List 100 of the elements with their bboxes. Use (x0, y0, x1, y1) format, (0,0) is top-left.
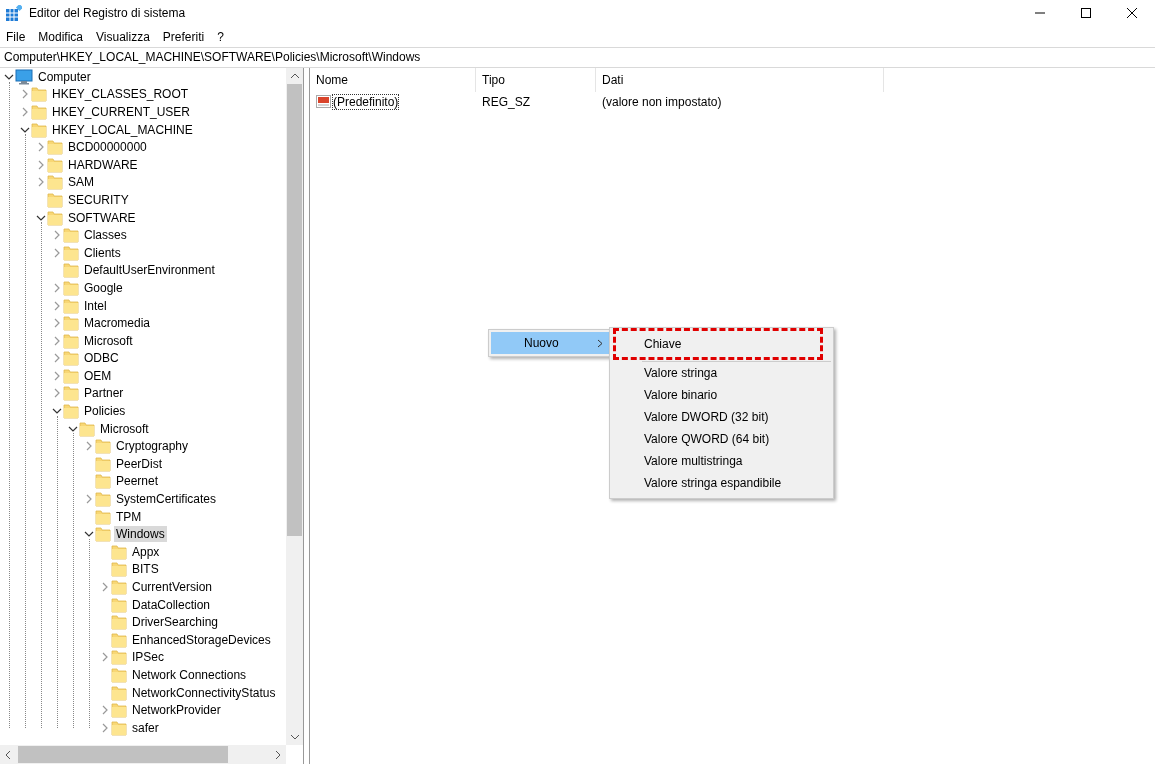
close-icon (1127, 8, 1137, 18)
folder-icon (111, 596, 127, 613)
tree-item[interactable]: Network Connections (130, 667, 249, 683)
tree-item[interactable]: SECURITY (66, 191, 131, 208)
tree-item[interactable]: Peernet (114, 473, 161, 490)
tree-item[interactable]: SystemCertificates (114, 491, 219, 508)
menu-item[interactable]: Visualizza (92, 27, 156, 46)
expand-chevron-icon[interactable] (36, 159, 46, 170)
tree-item[interactable]: Classes (82, 227, 129, 244)
tree-item[interactable]: ODBC (82, 350, 121, 367)
tree-item[interactable]: SOFTWARE (66, 209, 138, 226)
folder-icon (95, 491, 111, 508)
expand-chevron-icon[interactable] (52, 282, 62, 293)
expand-chevron-icon[interactable] (52, 230, 62, 241)
tree-item[interactable]: Windows (114, 526, 167, 543)
expand-chevron-icon[interactable] (36, 177, 46, 188)
expand-chevron-icon[interactable] (52, 370, 62, 381)
expand-chevron-icon[interactable] (84, 494, 94, 505)
expand-chevron-icon[interactable] (100, 582, 110, 592)
menu-item[interactable]: Valore stringa (617, 362, 819, 384)
tree-item[interactable]: Partner (82, 385, 126, 402)
tree-item[interactable]: DriverSearching (130, 614, 221, 631)
tree-item[interactable]: Google (82, 279, 125, 296)
tree-item[interactable]: Policies (82, 403, 128, 420)
expand-chevron-icon[interactable] (52, 300, 62, 311)
vertical-scrollbar[interactable] (286, 68, 303, 745)
column-header[interactable]: Nome (310, 68, 476, 92)
folder-icon (111, 649, 127, 666)
tree-item[interactable]: TPM (114, 508, 144, 525)
tree-item[interactable]: CurrentVersion (130, 579, 215, 595)
tree-item[interactable]: BCD00000000 (66, 139, 149, 156)
tree-item[interactable]: IPSec (130, 649, 166, 666)
folder-icon (111, 579, 127, 595)
folder-icon (63, 297, 79, 314)
tree-item[interactable]: HKEY_CURRENT_USER (50, 104, 193, 120)
expand-chevron-icon[interactable] (100, 652, 110, 663)
menu-item[interactable]: Valore multistringa (617, 450, 819, 472)
value-data: (valore non impostato) (601, 95, 723, 109)
tree-item[interactable]: OEM (82, 367, 114, 384)
expand-chevron-icon[interactable] (20, 89, 30, 100)
expand-chevron-icon[interactable] (36, 142, 46, 153)
maximize-icon (1081, 8, 1091, 18)
tree-item[interactable]: HKEY_LOCAL_MACHINE (50, 121, 195, 138)
tree-item[interactable]: Intel (82, 297, 109, 314)
menu-item[interactable]: ? (213, 27, 230, 46)
expand-chevron-icon[interactable] (100, 722, 110, 733)
tree-item[interactable]: Microsoft (82, 332, 135, 349)
tree-item[interactable]: Appx (130, 543, 162, 560)
address-field[interactable]: Computer\HKEY_LOCAL_MACHINE\SOFTWARE\Policies\Microsoft\Windows (0, 47, 1155, 68)
folder-icon (111, 702, 127, 719)
tree-item[interactable]: PeerDist (114, 455, 164, 472)
menu-item[interactable]: File (2, 27, 32, 46)
expand-chevron-icon[interactable] (20, 107, 30, 117)
folder-icon (47, 139, 63, 156)
tree-item[interactable]: Clients (82, 244, 123, 261)
tree-item[interactable]: safer (130, 719, 161, 736)
folder-icon (111, 614, 127, 631)
tree-item[interactable]: NetworkProvider (130, 702, 223, 719)
folder-icon (47, 156, 63, 173)
folder-icon (63, 350, 79, 367)
expand-chevron-icon[interactable] (52, 335, 62, 346)
tree-item[interactable]: EnhancedStorageDevices (130, 631, 273, 648)
value-name[interactable]: (Predefinito) (333, 95, 399, 109)
folder-icon (47, 209, 63, 226)
expand-chevron-icon[interactable] (100, 705, 110, 716)
tree-item[interactable]: Computer (36, 68, 93, 85)
horizontal-scrollbar[interactable] (0, 745, 286, 764)
expand-chevron-icon[interactable] (52, 318, 62, 329)
folder-icon (79, 420, 95, 437)
menu-item[interactable]: Preferiti (158, 27, 211, 46)
tree-item[interactable]: DefaultUserEnvironment (82, 262, 217, 279)
expand-chevron-icon[interactable] (52, 388, 62, 399)
folder-icon (95, 455, 111, 472)
expand-chevron-icon[interactable] (84, 441, 94, 452)
menu-item[interactable]: Nuovo (491, 332, 611, 354)
tree-item[interactable]: HKEY_CLASSES_ROOT (50, 86, 191, 103)
folder-icon (31, 104, 47, 120)
menu-item[interactable]: Valore stringa espandibile (617, 472, 819, 494)
menu-item[interactable]: Modifica (34, 27, 90, 46)
computer-icon (15, 68, 33, 85)
expand-chevron-icon[interactable] (52, 247, 62, 258)
tree-item[interactable]: NetworkConnectivityStatus (130, 684, 278, 701)
tree-item[interactable]: Cryptography (114, 438, 191, 455)
column-header[interactable]: Dati (596, 68, 884, 92)
tree-item[interactable]: Microsoft (98, 420, 151, 437)
expand-chevron-icon[interactable] (52, 353, 62, 364)
tree-item[interactable]: Macromedia (82, 315, 153, 332)
folder-icon (63, 332, 79, 349)
folder-icon (95, 508, 111, 525)
folder-icon (47, 174, 63, 191)
menu-item[interactable]: Valore DWORD (32 bit) (617, 406, 819, 428)
value-type: REG_SZ (481, 95, 531, 109)
tree-item[interactable]: HARDWARE (66, 156, 140, 173)
column-header[interactable]: Tipo (476, 68, 596, 92)
tree-item[interactable]: BITS (130, 561, 161, 578)
tree-item[interactable]: SAM (66, 174, 96, 191)
registry-app-icon (6, 5, 22, 21)
tree-item[interactable]: DataCollection (130, 596, 213, 613)
menu-item[interactable]: Valore binario (617, 384, 819, 406)
menu-item[interactable]: Valore QWORD (64 bit) (617, 428, 819, 450)
